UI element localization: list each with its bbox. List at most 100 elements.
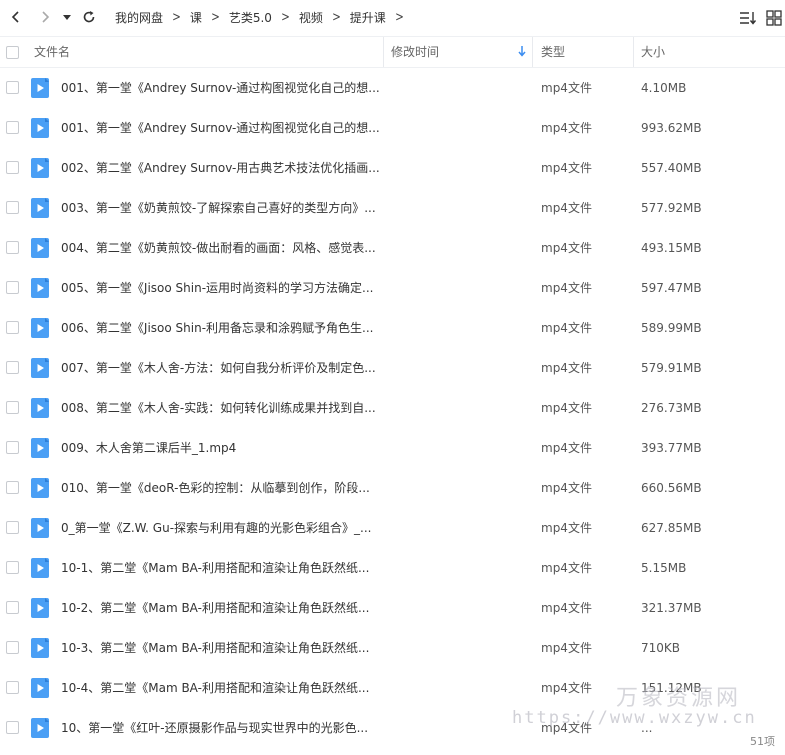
file-size: 577.92MB — [641, 201, 702, 215]
video-file-icon — [31, 158, 49, 178]
file-size: 4.10MB — [641, 81, 687, 95]
row-checkbox[interactable] — [6, 81, 19, 94]
breadcrumb-item-root[interactable]: 我的网盘 — [113, 9, 165, 26]
file-type: mp4文件 — [541, 641, 592, 655]
row-checkbox[interactable] — [6, 121, 19, 134]
file-type: mp4文件 — [541, 121, 592, 135]
select-all-checkbox[interactable] — [6, 46, 19, 59]
row-checkbox[interactable] — [6, 601, 19, 614]
file-row[interactable]: 003、第一堂《奶黄煎饺-了解探索自己喜好的类型方向》... mp4文件 577.9… — [0, 188, 785, 228]
file-type: mp4文件 — [541, 561, 592, 575]
column-divider[interactable] — [532, 37, 533, 67]
chevron-right-icon: > — [172, 9, 181, 25]
file-name[interactable]: 008、第二堂《木人舍-实践：如何转化训练成果并找到自... — [61, 388, 381, 428]
row-checkbox[interactable] — [6, 241, 19, 254]
row-checkbox[interactable] — [6, 521, 19, 534]
file-name[interactable]: 10-1、第二堂《Mam BA-利用搭配和渲染让角色跃然纸... — [61, 548, 381, 588]
file-row[interactable]: 006、第二堂《Jisoo Shin-利用备忘录和涂鸦赋予角色生... mp4文件… — [0, 308, 785, 348]
column-mtime[interactable]: 修改时间 — [391, 37, 439, 67]
video-file-icon — [31, 598, 49, 618]
file-name[interactable]: 003、第一堂《奶黄煎饺-了解探索自己喜好的类型方向》... — [61, 188, 381, 228]
row-checkbox[interactable] — [6, 641, 19, 654]
file-row[interactable]: 001、第一堂《Andrey Surnov-通过构图视觉化自己的想... mp4文… — [0, 108, 785, 148]
row-checkbox[interactable] — [6, 201, 19, 214]
video-file-icon — [31, 398, 49, 418]
column-name[interactable]: 文件名 — [34, 37, 70, 67]
file-name[interactable]: 002、第二堂《Andrey Surnov-用古典艺术技法优化插画... — [61, 148, 381, 188]
file-name[interactable]: 009、木人舍第二课后半_1.mp4 — [61, 428, 381, 468]
file-row[interactable]: 10-1、第二堂《Mam BA-利用搭配和渲染让角色跃然纸... mp4文件 5.1… — [0, 548, 785, 588]
file-name[interactable]: 007、第一堂《木人舍-方法：如何自我分析评价及制定色... — [61, 348, 381, 388]
file-name[interactable]: 10-4、第二堂《Mam BA-利用搭配和渲染让角色跃然纸... — [61, 668, 381, 708]
column-divider[interactable] — [633, 37, 634, 67]
file-name[interactable]: 10-2、第二堂《Mam BA-利用搭配和渲染让角色跃然纸... — [61, 588, 381, 628]
grid-view-button[interactable] — [762, 6, 785, 30]
file-name[interactable]: 005、第一堂《Jisoo Shin-运用时尚资料的学习方法确定... — [61, 268, 381, 308]
refresh-icon — [83, 11, 95, 23]
file-type: mp4文件 — [541, 681, 592, 695]
file-row[interactable]: 10-3、第二堂《Mam BA-利用搭配和渲染让角色跃然纸... mp4文件 710… — [0, 628, 785, 668]
row-checkbox[interactable] — [6, 441, 19, 454]
file-type: mp4文件 — [541, 361, 592, 375]
column-type[interactable]: 类型 — [541, 37, 565, 67]
refresh-button[interactable] — [77, 5, 101, 29]
row-checkbox[interactable] — [6, 561, 19, 574]
file-list: 001、第一堂《Andrey Surnov-通过构图视觉化自己的想... mp4文… — [0, 68, 785, 748]
file-type: mp4文件 — [541, 201, 592, 215]
history-dropdown[interactable] — [58, 5, 76, 29]
row-checkbox[interactable] — [6, 361, 19, 374]
file-type: mp4文件 — [541, 281, 592, 295]
row-checkbox[interactable] — [6, 281, 19, 294]
video-file-icon — [31, 438, 49, 458]
video-file-icon — [31, 318, 49, 338]
file-size: 493.15MB — [641, 241, 702, 255]
file-row[interactable]: 010、第一堂《deoR-色彩的控制：从临摹到创作，阶段... mp4文件 660.… — [0, 468, 785, 508]
row-checkbox[interactable] — [6, 721, 19, 734]
file-name[interactable]: 010、第一堂《deoR-色彩的控制：从临摹到创作，阶段... — [61, 468, 381, 508]
watermark-url: https://www.wxzyw.cn — [512, 708, 757, 728]
breadcrumb: 我的网盘 > 课 > 艺类5.0 > 视频 > 提升课 > — [113, 0, 411, 34]
row-checkbox[interactable] — [6, 161, 19, 174]
file-name[interactable]: 0_第一堂《Z.W. Gu-探索与利用有趣的光影色彩组合》_... — [61, 508, 381, 548]
file-row[interactable]: 005、第一堂《Jisoo Shin-运用时尚资料的学习方法确定... mp4文件… — [0, 268, 785, 308]
file-type: mp4文件 — [541, 241, 592, 255]
file-name[interactable]: 004、第二堂《奶黄煎饺-做出耐看的画面：风格、感觉表... — [61, 228, 381, 268]
file-name[interactable]: 001、第一堂《Andrey Surnov-通过构图视觉化自己的想... — [61, 108, 381, 148]
file-row[interactable]: 008、第二堂《木人舍-实践：如何转化训练成果并找到自... mp4文件 276.7… — [0, 388, 785, 428]
row-checkbox[interactable] — [6, 481, 19, 494]
row-checkbox[interactable] — [6, 321, 19, 334]
sort-desc-icon — [518, 46, 526, 57]
file-name[interactable]: 10、第一堂《红叶-还原摄影作品与现实世界中的光影色... — [61, 708, 381, 748]
item-count: 51项 — [750, 735, 775, 748]
file-type: mp4文件 — [541, 161, 592, 175]
video-file-icon — [31, 718, 49, 738]
breadcrumb-item[interactable]: 艺类5.0 — [227, 9, 274, 26]
video-file-icon — [31, 238, 49, 258]
file-row[interactable]: 0_第一堂《Z.W. Gu-探索与利用有趣的光影色彩组合》_... mp4文件 62… — [0, 508, 785, 548]
file-row[interactable]: 009、木人舍第二课后半_1.mp4 mp4文件 393.77MB — [0, 428, 785, 468]
breadcrumb-item[interactable]: 视频 — [297, 9, 325, 26]
video-file-icon — [31, 638, 49, 658]
file-name[interactable]: 006、第二堂《Jisoo Shin-利用备忘录和涂鸦赋予角色生... — [61, 308, 381, 348]
file-name[interactable]: 10-3、第二堂《Mam BA-利用搭配和渲染让角色跃然纸... — [61, 628, 381, 668]
row-checkbox[interactable] — [6, 401, 19, 414]
back-button[interactable] — [4, 5, 28, 29]
file-row[interactable]: 001、第一堂《Andrey Surnov-通过构图视觉化自己的想... mp4文… — [0, 68, 785, 108]
file-row[interactable]: 004、第二堂《奶黄煎饺-做出耐看的画面：风格、感觉表... mp4文件 493.1… — [0, 228, 785, 268]
file-row[interactable]: 10-2、第二堂《Mam BA-利用搭配和渲染让角色跃然纸... mp4文件 321… — [0, 588, 785, 628]
file-size: 627.85MB — [641, 521, 702, 535]
column-size[interactable]: 大小 — [641, 37, 665, 67]
file-type: mp4文件 — [541, 481, 592, 495]
column-header: 文件名 修改时间 类型 大小 — [0, 36, 785, 68]
file-size: 5.15MB — [641, 561, 687, 575]
column-divider[interactable] — [383, 37, 384, 67]
breadcrumb-item-current[interactable]: 提升课 — [348, 9, 388, 26]
sort-button[interactable] — [736, 6, 760, 30]
file-name[interactable]: 001、第一堂《Andrey Surnov-通过构图视觉化自己的想... — [61, 68, 381, 108]
chevron-left-icon — [11, 11, 19, 23]
row-checkbox[interactable] — [6, 681, 19, 694]
file-row[interactable]: 007、第一堂《木人舍-方法：如何自我分析评价及制定色... mp4文件 579.9… — [0, 348, 785, 388]
forward-button[interactable] — [33, 5, 57, 29]
breadcrumb-item[interactable]: 课 — [188, 9, 204, 26]
file-row[interactable]: 002、第二堂《Andrey Surnov-用古典艺术技法优化插画... mp4文… — [0, 148, 785, 188]
